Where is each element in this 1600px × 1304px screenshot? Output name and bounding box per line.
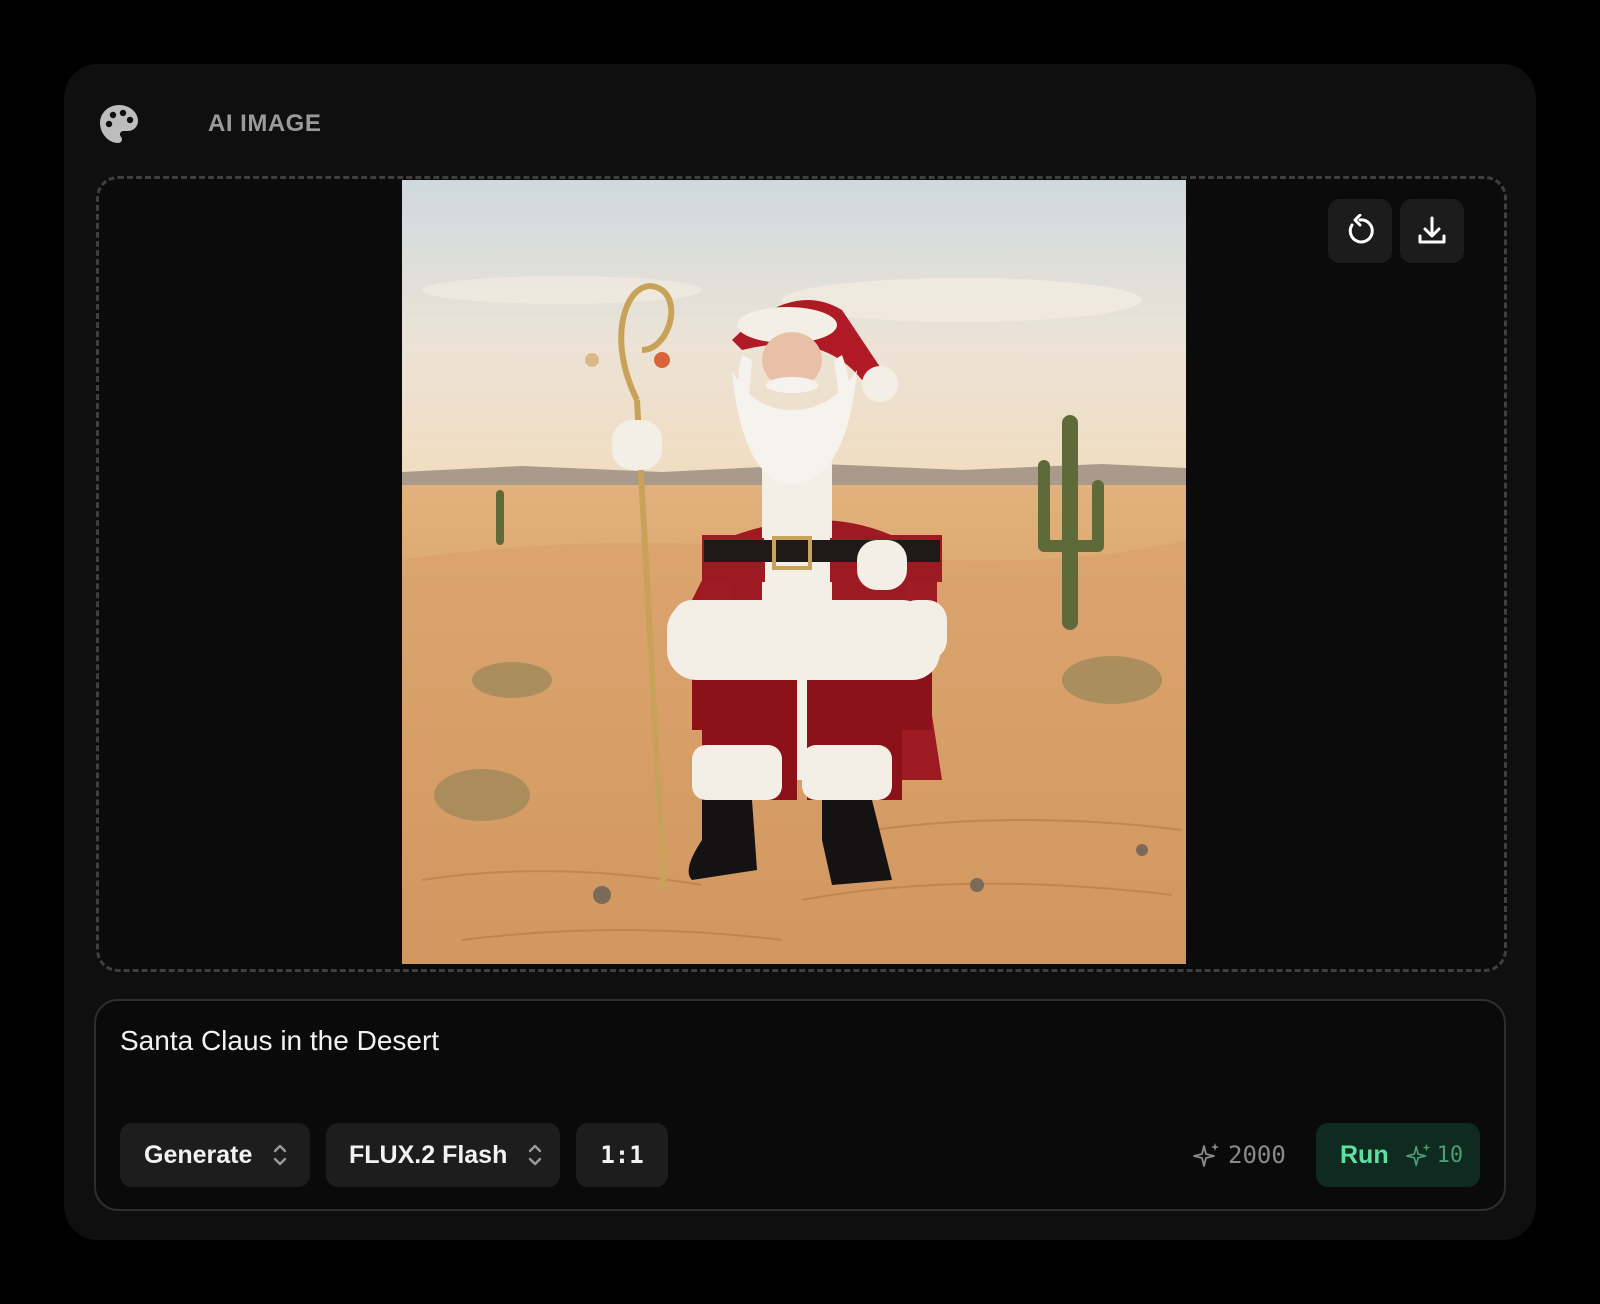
header: AI IMAGE	[98, 98, 321, 150]
ai-image-card: AI IMAGE Santa Claus in the Desert Gener…	[64, 64, 1536, 1240]
model-select[interactable]: FLUX.2 Flash	[326, 1123, 560, 1187]
mode-select[interactable]: Generate	[120, 1123, 310, 1187]
prompt-box[interactable]: Santa Claus in the Desert Generate FLUX.…	[94, 999, 1506, 1211]
mode-label: Generate	[144, 1140, 253, 1169]
generated-image	[402, 180, 1186, 964]
aspect-ratio-button[interactable]: 1:1	[576, 1123, 668, 1187]
sparkles-icon	[1193, 1143, 1219, 1167]
app-title: AI IMAGE	[208, 110, 322, 137]
prompt-input[interactable]: Santa Claus in the Desert	[120, 1025, 439, 1057]
refresh-icon	[1348, 214, 1374, 244]
chevron-up-down-icon	[274, 1144, 287, 1166]
image-canvas	[96, 176, 1507, 972]
download-button[interactable]	[1400, 199, 1464, 263]
credits-balance: 2000	[1192, 1123, 1286, 1187]
credits-value: 2000	[1228, 1141, 1286, 1169]
run-button[interactable]: Run 10	[1316, 1123, 1480, 1187]
model-label: FLUX.2 Flash	[349, 1140, 508, 1169]
aspect-ratio-label: 1:1	[600, 1141, 644, 1169]
run-cost: 10	[1405, 1141, 1464, 1169]
download-icon	[1418, 216, 1446, 244]
regenerate-button[interactable]	[1328, 199, 1392, 263]
sparkles-icon	[1405, 1143, 1430, 1167]
chevron-up-down-icon	[529, 1144, 542, 1166]
run-cost-value: 10	[1436, 1142, 1464, 1168]
palette-icon	[100, 105, 138, 143]
run-label: Run	[1340, 1140, 1389, 1169]
